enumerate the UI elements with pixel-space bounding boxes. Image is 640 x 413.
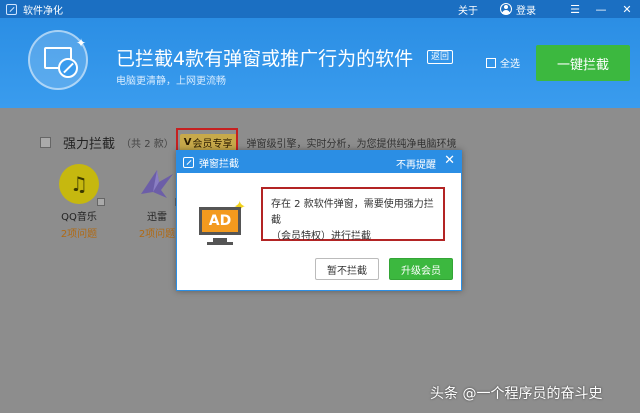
minimize-icon[interactable]: —	[588, 0, 614, 18]
select-all-checkbox[interactable]	[486, 57, 496, 68]
app-title: 软件净化	[23, 5, 63, 17]
app-logo-icon	[6, 3, 17, 15]
popup-block-dialog: 弹窗拦截 不再提醒 ✕ ✦ AD 存在 2 款软件弹窗，需要使用强力拦截 （会员…	[176, 150, 462, 291]
login-link[interactable]: 登录	[516, 2, 536, 17]
ad-monitor-icon: ✦ AD	[195, 197, 246, 247]
app-name: QQ音乐	[61, 212, 97, 223]
qq-music-icon: ♫	[59, 164, 99, 204]
close-icon[interactable]: ✕	[444, 154, 455, 168]
window-close-icon[interactable]: ✕	[614, 0, 640, 18]
ad-label: AD	[199, 207, 241, 235]
user-icon[interactable]	[500, 3, 512, 15]
section-description: 弹窗级引擎，实时分析，为您提供纯净电脑环境	[246, 139, 457, 150]
section-title: 强力拦截	[63, 137, 116, 152]
dialog-message: 存在 2 款软件弹窗，需要使用强力拦截 （会员特权）进行拦截	[261, 187, 445, 242]
app-checkbox[interactable]	[97, 198, 105, 206]
message-line-2: （会员特权）进行拦截	[271, 231, 371, 242]
skip-block-button[interactable]: 暂不拦截	[315, 258, 379, 280]
return-button[interactable]: 返回	[427, 50, 454, 64]
section-checkbox[interactable]	[40, 137, 51, 148]
no-remind-link[interactable]: 不再提醒	[396, 156, 436, 171]
about-link[interactable]: 关于	[458, 2, 478, 17]
vip-highlight-outline	[175, 128, 238, 152]
dialog-title: 弹窗拦截	[199, 158, 239, 170]
menu-icon[interactable]: ☰	[562, 0, 588, 18]
message-line-1: 存在 2 款软件弹窗，需要使用强力拦截	[271, 199, 434, 226]
summary-header: ✦ 已拦截4款有弹窗或推广行为的软件 返回 电脑更清静，上网更流畅 全选 一键拦…	[0, 18, 640, 108]
section-count: （共 2 款）	[121, 139, 174, 150]
select-all-label: 全选	[500, 59, 520, 70]
dialog-header: 弹窗拦截 不再提醒 ✕	[177, 151, 461, 173]
popup-block-icon: ✦	[28, 30, 88, 90]
watermark: 头条 @一个程序员的奋斗史	[430, 386, 603, 402]
list-item[interactable]: ♫ QQ音乐 2项问题	[44, 164, 114, 240]
subline: 电脑更清静，上网更流畅	[116, 76, 226, 87]
headline: 已拦截4款有弹窗或推广行为的软件	[116, 48, 414, 70]
select-all-toggle[interactable]: 全选	[486, 55, 520, 70]
xunlei-bird-icon	[141, 170, 173, 198]
titlebar-controls: 关于 登录 ☰ — ✕	[458, 0, 640, 18]
dialog-logo-icon	[183, 156, 194, 168]
vip-highlight: V 会员专享	[175, 128, 238, 152]
titlebar: 软件净化 关于 登录 ☰ — ✕	[0, 0, 640, 18]
upgrade-vip-button[interactable]: 升级会员	[389, 258, 453, 280]
app-issues-link[interactable]: 2项问题	[44, 225, 114, 240]
block-all-button[interactable]: 一键拦截	[536, 45, 630, 81]
